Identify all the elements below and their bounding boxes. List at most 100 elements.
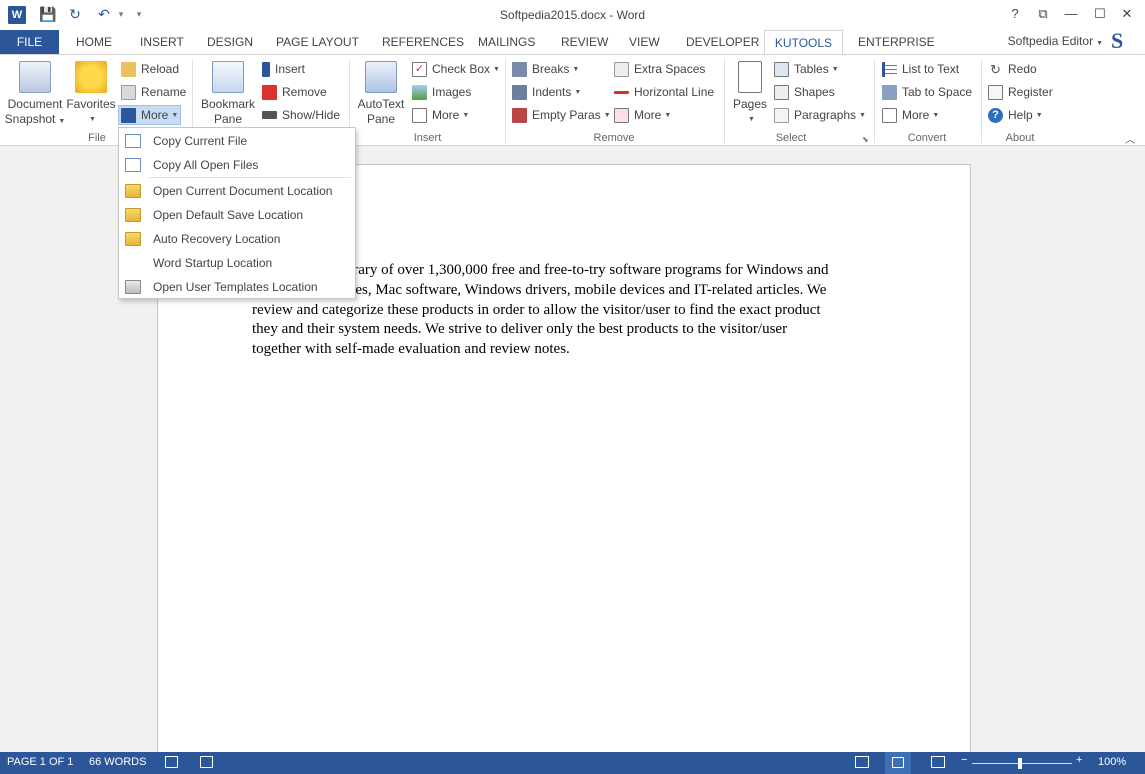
- document-snapshot-button[interactable]: Document Snapshot ▼: [4, 61, 66, 129]
- camera-icon: [19, 61, 51, 93]
- ribbon-display-options-button[interactable]: ⧉: [1031, 4, 1055, 24]
- redo-arrow-icon: ↻: [990, 61, 1001, 77]
- bookmark-pane-button[interactable]: Bookmark Pane: [198, 61, 258, 127]
- breaks-label: Breaks: [532, 62, 570, 76]
- help-button[interactable]: ?: [1003, 4, 1027, 24]
- tab-home[interactable]: HOME: [74, 30, 114, 54]
- tab-mailings[interactable]: MAILINGS: [476, 30, 537, 54]
- softpedia-logo: S: [1111, 28, 1124, 53]
- zoom-slider-track[interactable]: [972, 763, 1072, 764]
- maximize-button[interactable]: ☐: [1088, 4, 1112, 24]
- table-icon: [774, 61, 789, 77]
- indents-label: Indents: [532, 85, 572, 99]
- tab-to-space-button[interactable]: Tab to Space: [882, 82, 972, 102]
- tab-references[interactable]: REFERENCES: [380, 30, 466, 54]
- autotext-pane-button[interactable]: AutoText Pane: [354, 61, 408, 127]
- list-to-text-button[interactable]: List to Text: [882, 59, 959, 79]
- pages-button[interactable]: Pages ▼: [730, 61, 770, 127]
- autotext-icon: [365, 61, 397, 93]
- chevron-down-icon: ▼: [859, 111, 866, 119]
- tab-file[interactable]: FILE: [0, 30, 59, 54]
- read-mode-icon[interactable]: [855, 756, 869, 768]
- proofing-icon[interactable]: [165, 756, 178, 768]
- minimize-button[interactable]: —: [1059, 4, 1083, 24]
- zoom-out-button[interactable]: −: [961, 754, 967, 766]
- page-count[interactable]: PAGE 1 OF 1: [7, 756, 73, 768]
- help-menu-button[interactable]: ? Help ▼: [988, 105, 1043, 125]
- check-box-label: Check Box: [432, 62, 491, 76]
- zoom-level[interactable]: 100%: [1098, 756, 1126, 768]
- help-label: Help: [1008, 108, 1033, 122]
- tab-to-space-label: Tab to Space: [902, 85, 973, 99]
- paragraphs-label: Paragraphs: [794, 108, 857, 122]
- menu-item-auto-recovery-location[interactable]: Auto Recovery Location: [120, 227, 354, 251]
- file-more-button[interactable]: More ▼: [118, 105, 182, 125]
- document-line: they and their system needs. We strive t…: [252, 321, 788, 338]
- menu-item-open-user-templates-location[interactable]: Open User Templates Location: [120, 275, 354, 299]
- horizontal-line-button[interactable]: Horizontal Line: [614, 82, 714, 102]
- images-button[interactable]: Images: [412, 82, 471, 102]
- reload-icon: [121, 61, 136, 77]
- print-layout-icon: [892, 757, 904, 768]
- dialog-launcher-icon[interactable]: ⬊: [862, 135, 869, 144]
- reload-button[interactable]: Reload: [121, 59, 179, 79]
- bookmark-show-hide-button[interactable]: Show/Hide: [262, 105, 340, 125]
- convert-more-button[interactable]: More ▼: [882, 105, 939, 125]
- group-label-remove: Remove: [593, 132, 635, 144]
- account-name[interactable]: Softpedia Editor ▼: [1008, 34, 1103, 48]
- menu-item-word-startup-location[interactable]: Word Startup Location: [120, 251, 354, 275]
- menu-item-copy-all-open-files[interactable]: Copy All Open Files: [120, 153, 354, 177]
- tab-design[interactable]: DESIGN: [205, 30, 255, 54]
- favorites-button[interactable]: Favorites ▼: [66, 61, 116, 127]
- insert-more-button[interactable]: More ▼: [412, 105, 469, 125]
- bookmark-insert-button[interactable]: Insert: [262, 59, 305, 79]
- shapes-icon: [774, 84, 789, 100]
- shapes-label: Shapes: [794, 85, 835, 99]
- menu-item-label: Auto Recovery Location: [153, 232, 281, 246]
- ribbon-tabs: FILE HOME INSERT DESIGN PAGE LAYOUT REFE…: [0, 30, 1145, 55]
- chevron-down-icon: ▼: [748, 116, 755, 123]
- shapes-button[interactable]: Shapes: [774, 82, 835, 102]
- chevron-down-icon: ▼: [572, 65, 580, 73]
- indents-button[interactable]: Indents ▼: [512, 82, 581, 102]
- tab-enterprise[interactable]: ENTERPRISE: [856, 30, 937, 54]
- remove-more-button[interactable]: More ▼: [614, 105, 671, 125]
- zoom-in-button[interactable]: +: [1076, 754, 1082, 766]
- menu-item-label: Open Current Document Location: [153, 184, 333, 198]
- collapse-ribbon-icon[interactable]: ︿: [1125, 131, 1135, 146]
- tab-page-layout[interactable]: PAGE LAYOUT: [274, 30, 361, 54]
- web-layout-icon[interactable]: [931, 756, 945, 768]
- status-bar: PAGE 1 OF 1 66 WORDS − + 100%: [0, 752, 1145, 774]
- word-count[interactable]: 66 WORDS: [89, 756, 146, 768]
- print-layout-button[interactable]: [885, 752, 911, 774]
- blank-icon: [125, 256, 141, 270]
- paragraphs-button[interactable]: Paragraphs ▼: [774, 105, 866, 125]
- rename-icon: [121, 84, 136, 100]
- tab-developer[interactable]: DEVELOPER: [684, 30, 761, 54]
- tab-review[interactable]: REVIEW: [559, 30, 610, 54]
- redo-button[interactable]: ↻ Redo: [988, 59, 1037, 79]
- tab-kutools[interactable]: KUTOOLS: [764, 30, 843, 55]
- menu-item-copy-current-file[interactable]: Copy Current File: [120, 129, 354, 153]
- menu-item-open-default-save-location[interactable]: Open Default Save Location: [120, 203, 354, 227]
- extra-spaces-button[interactable]: Extra Spaces: [614, 59, 705, 79]
- tables-button[interactable]: Tables ▼: [774, 59, 839, 79]
- macro-record-icon[interactable]: [200, 756, 213, 768]
- bookmark-remove-button[interactable]: Remove: [262, 82, 327, 102]
- register-button[interactable]: Register: [988, 82, 1053, 102]
- close-button[interactable]: ✕: [1115, 4, 1139, 24]
- reload-label: Reload: [141, 62, 180, 76]
- rename-label: Rename: [141, 85, 187, 99]
- empty-paras-button[interactable]: Empty Paras ▼: [512, 105, 611, 125]
- register-icon: [988, 84, 1003, 100]
- breaks-button[interactable]: Breaks ▼: [512, 59, 579, 79]
- check-box-button[interactable]: ✓ Check Box ▼: [412, 59, 500, 79]
- insert-more-label: More: [432, 108, 460, 122]
- zoom-slider-thumb[interactable]: [1018, 758, 1022, 769]
- document-snapshot-label-2: Snapshot: [4, 112, 56, 126]
- tab-view[interactable]: VIEW: [627, 30, 662, 54]
- menu-item-open-current-document-location[interactable]: Open Current Document Location: [120, 179, 354, 203]
- copy-files-icon: [125, 158, 141, 172]
- tab-insert[interactable]: INSERT: [138, 30, 186, 54]
- rename-button[interactable]: Rename: [121, 82, 186, 102]
